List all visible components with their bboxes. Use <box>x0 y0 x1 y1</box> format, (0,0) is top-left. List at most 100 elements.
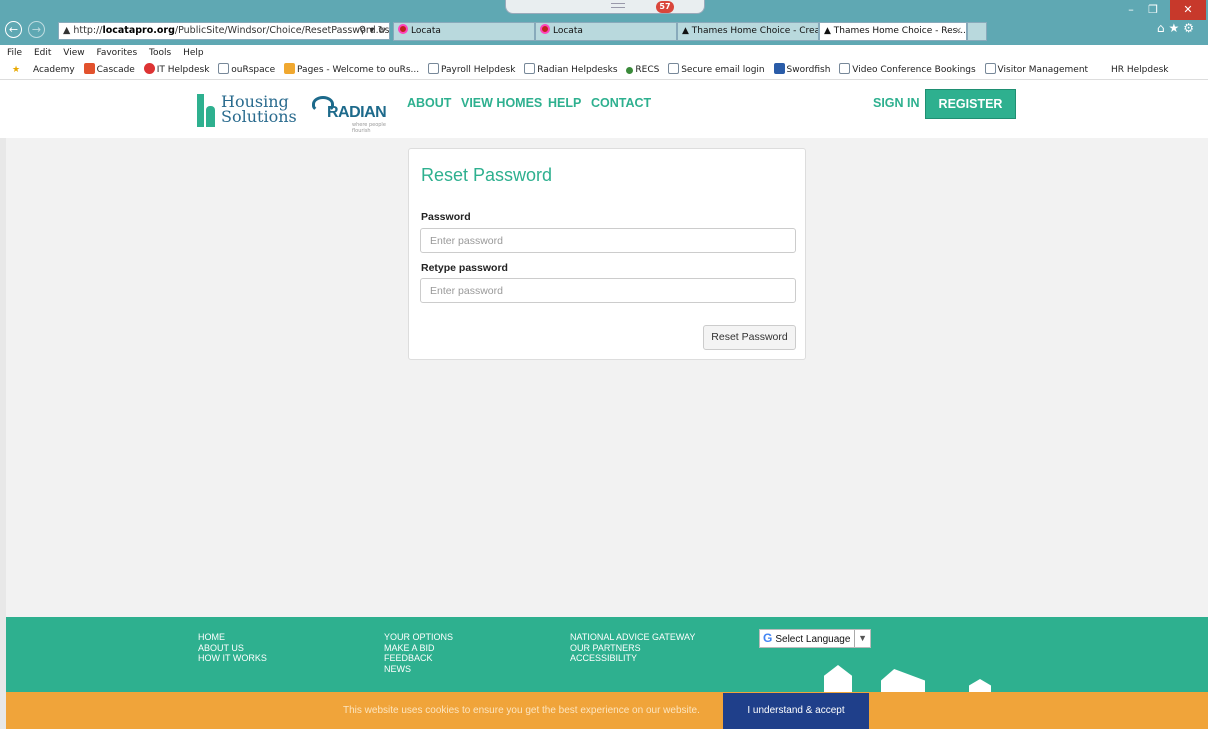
address-controls[interactable]: ⚲ ▾ ↻ <box>359 23 386 39</box>
nav-view-homes[interactable]: VIEW HOMES <box>461 96 542 110</box>
fav-label: Swordfish <box>786 65 831 75</box>
favorites-star-add-icon[interactable]: ★ <box>12 65 20 75</box>
tab-locata-2[interactable]: Locata <box>535 22 677 41</box>
ie-page-icon <box>428 63 440 74</box>
footer-link-your-options[interactable]: YOUR OPTIONS <box>384 632 453 643</box>
ie-page-icon <box>668 63 680 74</box>
house-favicon-icon: ▲ <box>824 26 834 36</box>
tab-thames-reset[interactable]: ▲ Thames Home Choice - Res... × <box>819 22 967 41</box>
fav-label: ouRspace <box>231 65 276 75</box>
menu-edit[interactable]: Edit <box>34 48 51 58</box>
fav-radian-helpdesks[interactable]: Radian Helpdesks <box>524 63 618 75</box>
locata-icon <box>398 24 408 34</box>
housing-solutions-logo-text[interactable]: Housing Solutions <box>221 94 297 125</box>
fav-hr-helpdesk[interactable]: HR Helpdesk <box>1111 65 1169 75</box>
favorites-bar: ★ Academy Cascade IT Helpdesk ouRspace P… <box>0 61 1208 80</box>
footer-link-our-partners[interactable]: OUR PARTNERS <box>570 643 695 654</box>
footer-link-home[interactable]: HOME <box>198 632 267 643</box>
locata-icon <box>540 24 550 34</box>
language-select[interactable]: G Select Language ▼ <box>759 629 871 648</box>
swordfish-icon <box>773 63 785 74</box>
logo-arch <box>206 106 215 127</box>
browser-toolbar-icons[interactable]: ⌂★⚙ <box>1157 21 1198 35</box>
fav-label: Academy <box>32 65 75 75</box>
footer-link-how-it-works[interactable]: HOW IT WORKS <box>198 653 267 664</box>
fav-visitor-management[interactable]: Visitor Management <box>984 63 1088 75</box>
tab-label: Thames Home Choice - Create... <box>691 26 819 36</box>
back-icon[interactable]: ← <box>5 21 22 38</box>
fav-pages[interactable]: Pages - Welcome to ouRs... <box>284 63 420 75</box>
menu-file[interactable]: File <box>7 48 22 58</box>
tab-thames-create[interactable]: ▲ Thames Home Choice - Create... <box>677 22 819 41</box>
fav-label: Cascade <box>96 65 135 75</box>
fav-secure-email[interactable]: Secure email login <box>668 63 765 75</box>
site-footer: HOME ABOUT US HOW IT WORKS YOUR OPTIONS … <box>6 617 1208 692</box>
fav-video-conference[interactable]: Video Conference Bookings <box>839 63 976 75</box>
handle-lines <box>611 3 625 8</box>
nav-about[interactable]: ABOUT <box>407 96 451 110</box>
new-tab-button[interactable] <box>967 22 987 41</box>
fav-label: Video Conference Bookings <box>852 65 976 75</box>
fav-label: Payroll Helpdesk <box>441 65 516 75</box>
fav-swordfish[interactable]: Swordfish <box>773 63 831 75</box>
menu-tools[interactable]: Tools <box>149 48 171 58</box>
notification-handle[interactable]: 57 <box>505 0 705 14</box>
footer-col-2: YOUR OPTIONS MAKE A BID FEEDBACK NEWS <box>384 632 453 674</box>
close-tab-icon[interactable]: × <box>954 23 962 40</box>
fav-label: IT Helpdesk <box>156 65 210 75</box>
restore-icon[interactable]: ❐ <box>1142 0 1164 20</box>
cookie-accept-button[interactable]: I understand & accept <box>723 693 869 729</box>
footer-link-national-advice-gateway[interactable]: NATIONAL ADVICE GATEWAY <box>570 632 695 643</box>
password-label: Password <box>421 211 471 223</box>
cascade-icon <box>83 63 95 74</box>
fav-it-helpdesk[interactable]: IT Helpdesk <box>143 63 210 75</box>
ie-page-icon <box>984 63 996 74</box>
browser-titlebar: 57 – ❐ ✕ ← → ▲ http://locatapro.org/Publ… <box>0 0 1208 45</box>
register-button[interactable]: REGISTER <box>925 89 1016 119</box>
address-bar[interactable]: ▲ http://locatapro.org/PublicSite/Windso… <box>58 22 390 40</box>
footer-link-accessibility[interactable]: ACCESSIBILITY <box>570 653 695 664</box>
fav-recs[interactable]: RECS <box>626 65 659 75</box>
close-window-icon[interactable]: ✕ <box>1170 0 1206 20</box>
address-domain: locatapro.org <box>102 25 175 36</box>
tab-label: Locata <box>553 26 583 36</box>
forward-icon[interactable]: → <box>28 21 45 38</box>
tab-locata-1[interactable]: Locata <box>393 22 535 41</box>
menu-bar: File Edit View Favorites Tools Help <box>0 45 1208 61</box>
fav-payroll-helpdesk[interactable]: Payroll Helpdesk <box>428 63 516 75</box>
favorites-star-icon[interactable]: ★ <box>1168 21 1183 35</box>
home-icon[interactable]: ⌂ <box>1157 21 1169 35</box>
settings-gear-icon[interactable]: ⚙ <box>1183 21 1198 35</box>
address-prefix: http:// <box>73 25 103 36</box>
pages-icon <box>284 63 296 74</box>
retype-password-input[interactable] <box>420 278 796 303</box>
sign-in-link[interactable]: SIGN IN <box>873 96 920 110</box>
footer-col-1: HOME ABOUT US HOW IT WORKS <box>198 632 267 664</box>
fav-label: Radian Helpdesks <box>537 65 618 75</box>
ie-page-icon <box>524 63 536 74</box>
house-favicon-icon: ▲ <box>682 26 692 36</box>
footer-link-feedback[interactable]: FEEDBACK <box>384 653 453 664</box>
menu-help[interactable]: Help <box>183 48 204 58</box>
footer-link-about-us[interactable]: ABOUT US <box>198 643 267 654</box>
minimize-icon[interactable]: – <box>1120 0 1142 20</box>
nav-contact[interactable]: CONTACT <box>591 96 651 110</box>
reset-password-button[interactable]: Reset Password <box>703 325 796 350</box>
fav-cascade[interactable]: Cascade <box>83 63 135 75</box>
ie-page-icon <box>839 63 851 74</box>
notification-count-badge: 57 <box>656 1 674 13</box>
housing-solutions-logo-icon[interactable] <box>197 94 215 127</box>
fav-ourspace[interactable]: ouRspace <box>218 63 276 75</box>
dropdown-arrow-icon: ▼ <box>854 630 867 647</box>
fav-label: Pages - Welcome to ouRs... <box>297 65 420 75</box>
footer-link-news[interactable]: NEWS <box>384 664 453 675</box>
menu-favorites[interactable]: Favorites <box>96 48 137 58</box>
logo-bar <box>197 94 204 127</box>
footer-link-make-a-bid[interactable]: MAKE A BID <box>384 643 453 654</box>
password-input[interactable] <box>420 228 796 253</box>
menu-view[interactable]: View <box>63 48 84 58</box>
radian-logo[interactable]: RADIAN where people flourish <box>312 94 390 134</box>
cookie-banner: This website uses cookies to ensure you … <box>6 692 1208 729</box>
nav-help[interactable]: HELP <box>548 96 581 110</box>
fav-academy[interactable]: Academy <box>33 65 75 75</box>
